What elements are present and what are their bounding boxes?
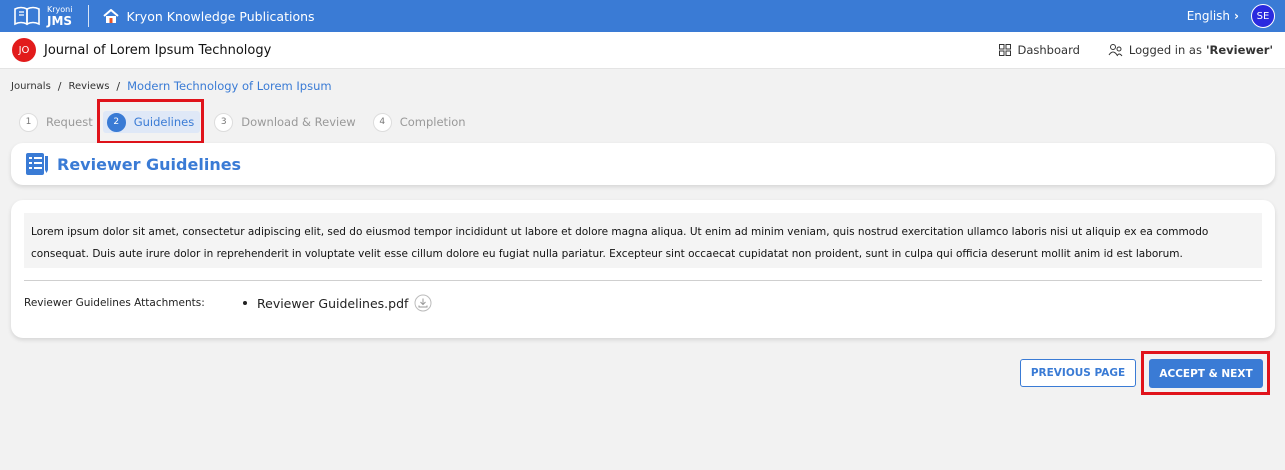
home-icon (103, 9, 120, 23)
accept-button-highlight (1141, 351, 1270, 395)
language-label: English (1186, 9, 1231, 23)
users-switch-icon (1108, 44, 1123, 57)
dashboard-grid-icon (998, 44, 1011, 56)
logged-in-role: 'Reviewer' (1205, 43, 1273, 57)
guidelines-step-highlight (97, 99, 204, 144)
dashboard-link[interactable]: Dashboard (998, 43, 1080, 57)
top-divider (88, 5, 90, 27)
breadcrumb-reviews[interactable]: Reviews (69, 81, 110, 92)
attachment-item: Reviewer Guidelines.pdf (243, 294, 432, 312)
journal-badge: JO (12, 38, 36, 62)
app-logo[interactable]: Kryoni JMS (12, 0, 72, 32)
step-completion[interactable]: 4 Completion (372, 111, 466, 133)
attachment-filename[interactable]: Reviewer Guidelines.pdf (257, 296, 408, 311)
download-icon[interactable] (414, 294, 432, 312)
step-number: 1 (19, 112, 38, 132)
dashboard-label: Dashboard (1017, 43, 1080, 57)
journal-title: Journal of Lorem Ipsum Technology (44, 42, 272, 58)
breadcrumb-current: Modern Technology of Lorem Ipsum (127, 79, 332, 93)
logo-small-text: Kryoni (47, 4, 73, 14)
breadcrumb-journals[interactable]: Journals (11, 81, 51, 92)
step-download-review[interactable]: 3 Download & Review (214, 111, 356, 133)
step-number: 3 (214, 112, 234, 132)
book-logo-icon (14, 6, 40, 26)
logged-in-status: Logged in as 'Reviewer' (1108, 43, 1273, 57)
guidelines-title: Reviewer Guidelines (57, 154, 242, 174)
step-request[interactable]: 1 Request (19, 111, 93, 133)
guidelines-header-card: Reviewer Guidelines (11, 143, 1275, 185)
publisher-name: Kryon Knowledge Publications (126, 8, 315, 24)
progress-stepper: 1 Request 2 Guidelines 3 Download & Revi… (19, 111, 466, 133)
bullet (243, 301, 247, 305)
breadcrumb-separator: / (57, 79, 62, 93)
attachments-label: Reviewer Guidelines Attachments: (24, 297, 205, 309)
breadcrumb-separator: / (116, 79, 121, 93)
language-selector[interactable]: English › (1187, 9, 1239, 23)
guidelines-content-card: Lorem ipsum dolor sit amet, consectetur … (11, 200, 1275, 338)
checklist-icon (26, 153, 48, 175)
divider (24, 280, 1262, 281)
breadcrumb: Journals / Reviews / Modern Technology o… (11, 79, 332, 93)
journal-bar: JO Journal of Lorem Ipsum Technology Das… (0, 32, 1285, 69)
step-label: Download & Review (241, 115, 356, 129)
step-label: Completion (399, 115, 466, 129)
previous-page-button[interactable]: PREVIOUS PAGE (1020, 359, 1136, 387)
step-number: 4 (372, 112, 392, 132)
guidelines-body-text: Lorem ipsum dolor sit amet, consectetur … (24, 213, 1262, 268)
top-bar: Kryoni JMS Kryon Knowledge Publications … (0, 0, 1285, 32)
logo-big-text: JMS (47, 13, 73, 28)
publisher-link[interactable]: Kryon Knowledge Publications (103, 8, 315, 24)
step-label: Request (46, 115, 93, 129)
logged-in-prefix: Logged in as (1128, 43, 1202, 57)
chevron-right-icon: › (1234, 9, 1239, 23)
user-avatar[interactable]: SE (1251, 4, 1275, 28)
